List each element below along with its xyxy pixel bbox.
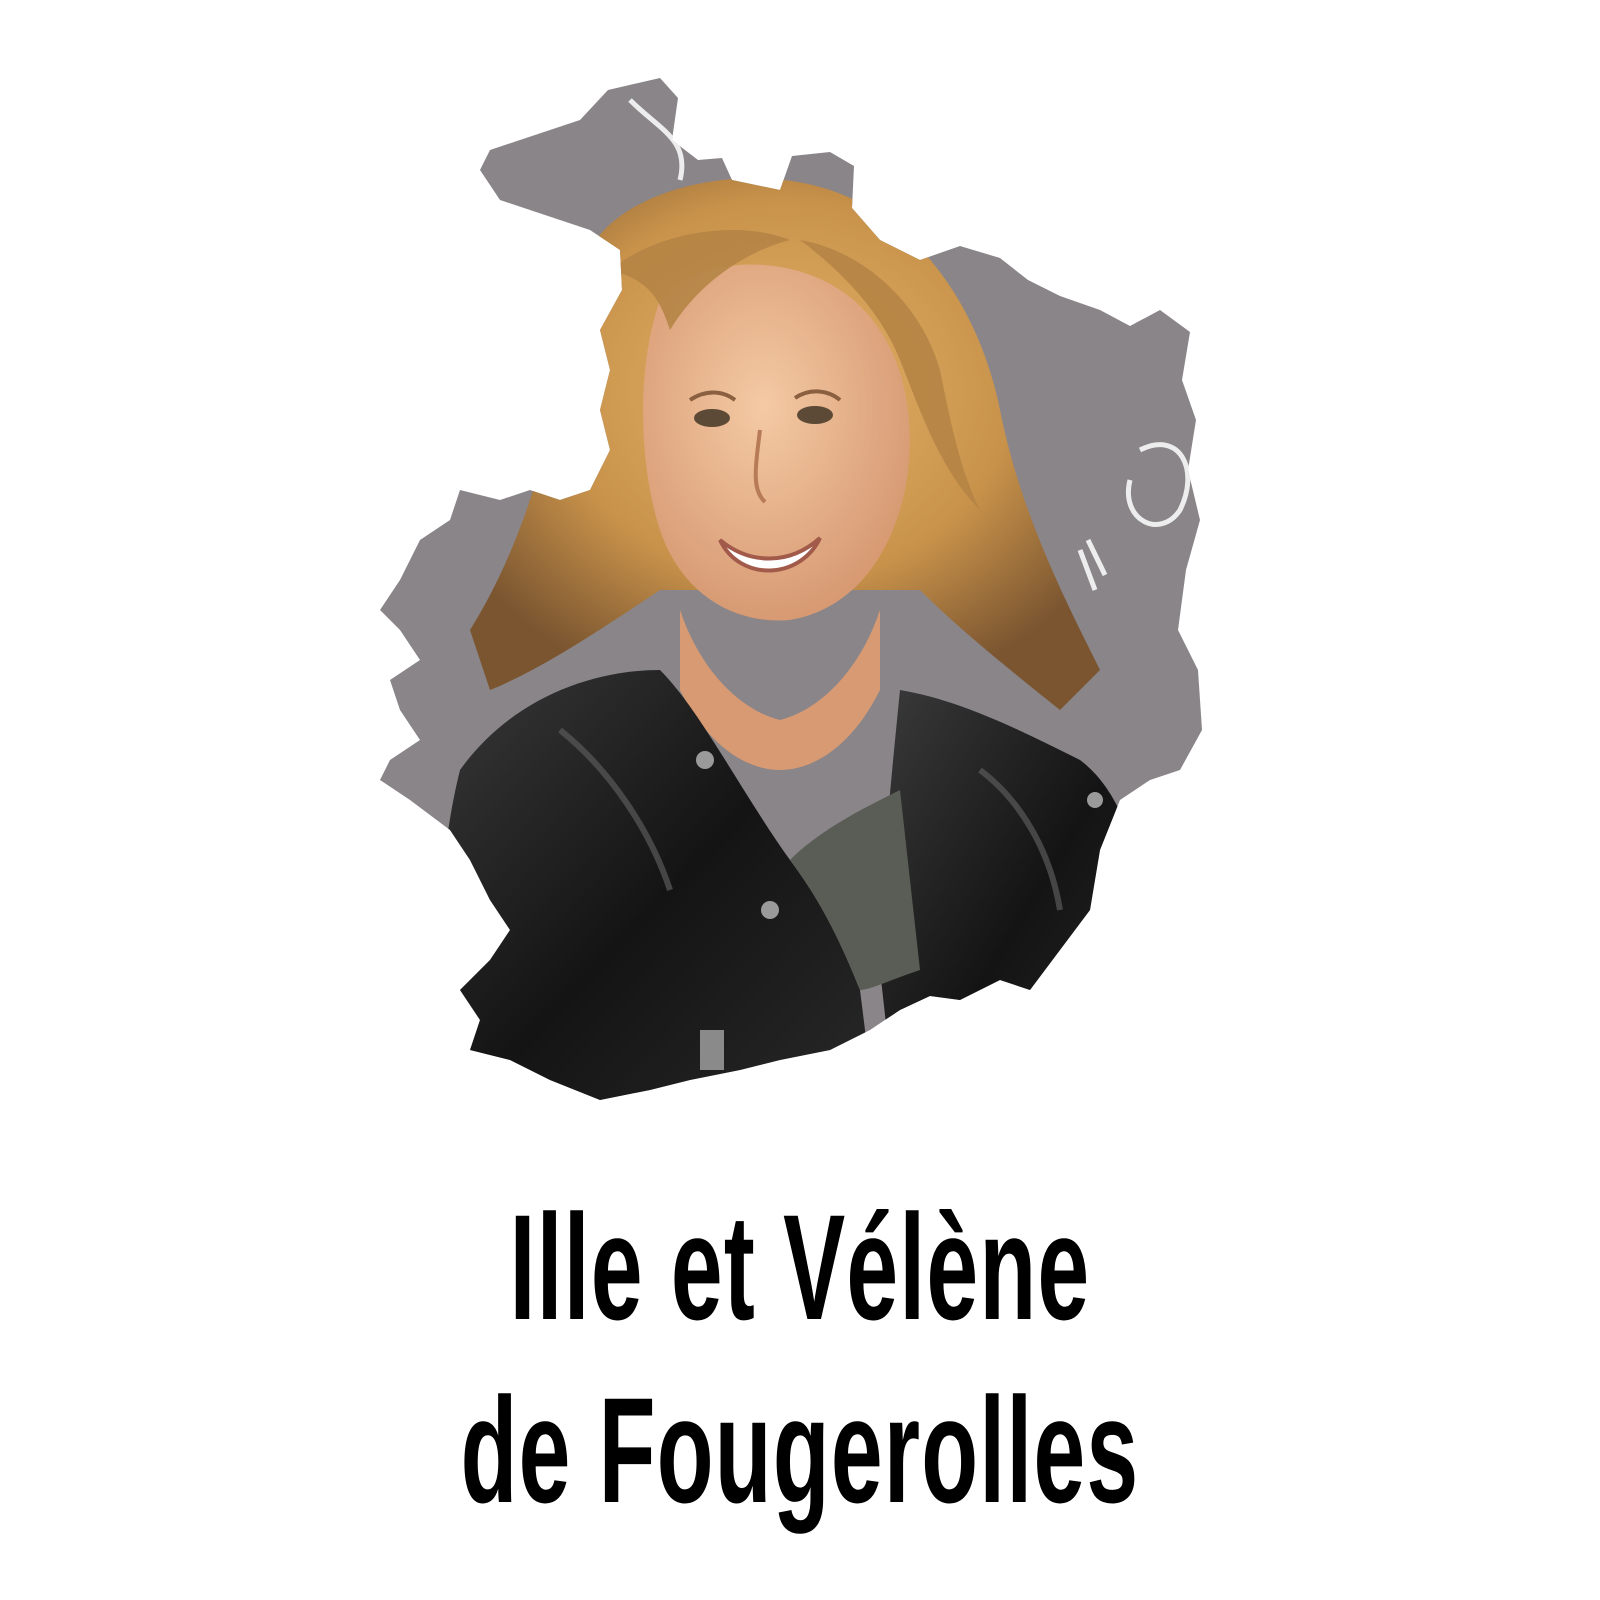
caption-line-1: Ille et Vélène [509, 1183, 1091, 1351]
caption-line-2: de Fougerolles [460, 1366, 1140, 1534]
department-map-portrait [360, 70, 1220, 1150]
map-silhouette-graphic [380, 78, 1202, 1100]
